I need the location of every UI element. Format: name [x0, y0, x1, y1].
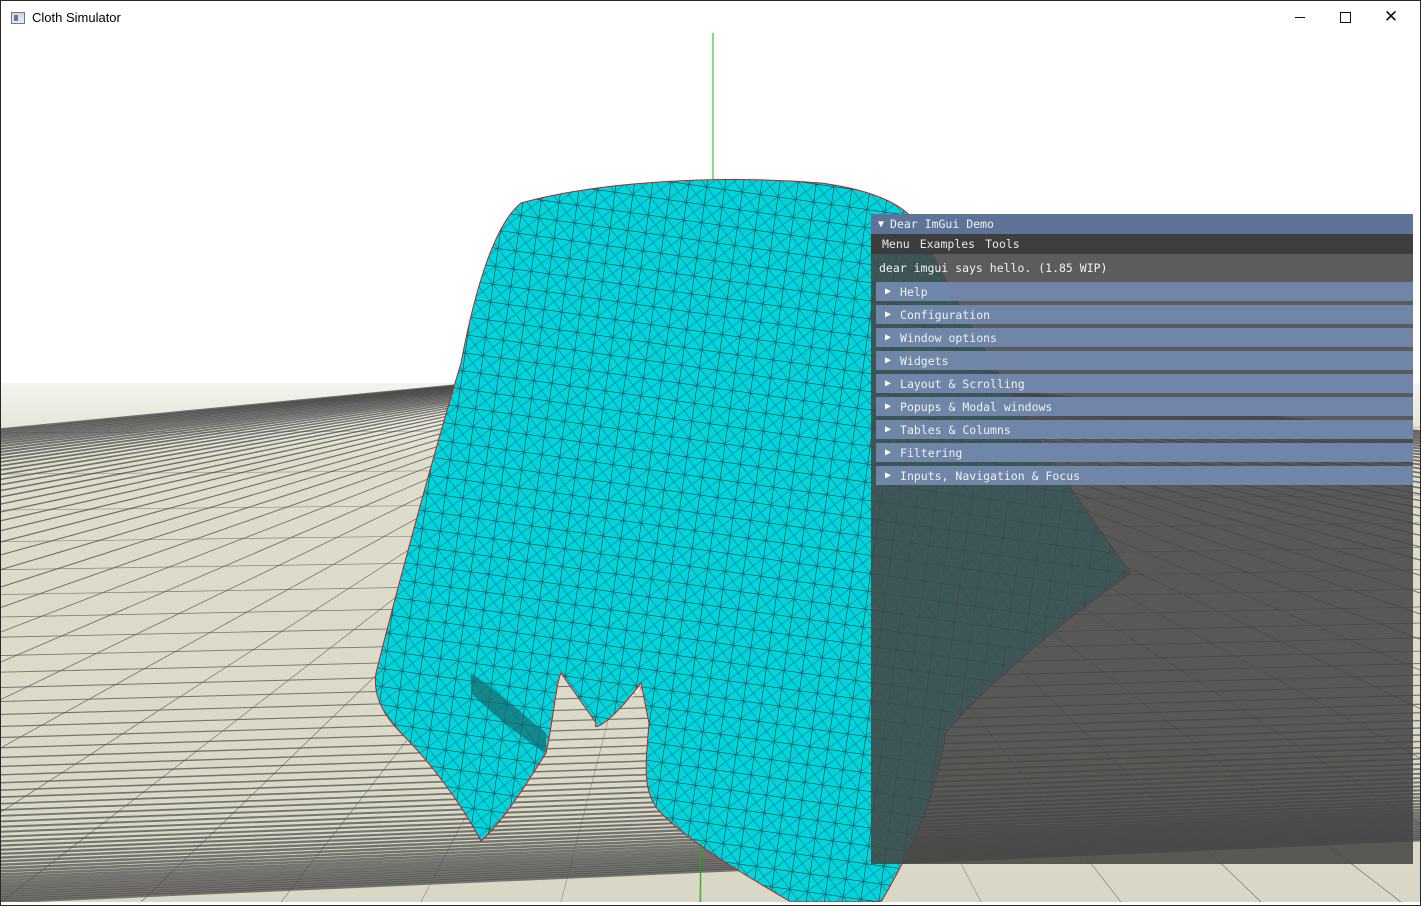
imgui-menu-bar: Menu Examples Tools — [871, 234, 1413, 254]
imgui-demo-window[interactable]: ▼ Dear ImGui Demo Menu Examples Tools de… — [871, 214, 1413, 864]
title-bar[interactable]: Cloth Simulator ✕ — [1, 1, 1420, 33]
expand-arrow-icon: ▶ — [885, 424, 892, 435]
imgui-body: Menu Examples Tools dear imgui says hell… — [871, 234, 1413, 864]
maximize-button[interactable] — [1322, 2, 1368, 33]
maximize-icon — [1339, 12, 1351, 23]
header-label: Filtering — [900, 445, 963, 460]
header-label: Layout & Scrolling — [900, 376, 1025, 391]
header-label: Inputs, Navigation & Focus — [900, 468, 1081, 483]
hello-text: dear imgui says hello. (1.85 WIP) — [879, 261, 1108, 275]
header-label: Window options — [900, 330, 997, 345]
close-button[interactable]: ✕ — [1368, 2, 1414, 33]
expand-arrow-icon: ▶ — [885, 332, 892, 343]
header-help[interactable]: ▶ Help — [876, 282, 1413, 301]
header-window-options[interactable]: ▶ Window options — [876, 328, 1413, 347]
app-window: Cloth Simulator ✕ ▼ Dear ImGui Demo Menu… — [0, 0, 1421, 906]
collapse-arrow-icon[interactable]: ▼ — [878, 219, 884, 230]
header-label: Help — [900, 284, 928, 299]
header-configuration[interactable]: ▶ Configuration — [876, 305, 1413, 324]
header-label: Tables & Columns — [900, 422, 1011, 437]
imgui-title: Dear ImGui Demo — [890, 217, 994, 231]
header-widgets[interactable]: ▶ Widgets — [876, 351, 1413, 370]
header-label: Widgets — [900, 353, 949, 368]
menu-item-menu[interactable]: Menu — [882, 237, 910, 251]
expand-arrow-icon: ▶ — [885, 447, 892, 458]
expand-arrow-icon: ▶ — [885, 355, 892, 366]
expand-arrow-icon: ▶ — [885, 378, 892, 389]
menu-item-examples[interactable]: Examples — [920, 237, 975, 251]
imgui-title-bar[interactable]: ▼ Dear ImGui Demo — [871, 214, 1413, 234]
header-filtering[interactable]: ▶ Filtering — [876, 443, 1413, 462]
header-layout-scrolling[interactable]: ▶ Layout & Scrolling — [876, 374, 1413, 393]
header-tables-columns[interactable]: ▶ Tables & Columns — [876, 420, 1413, 439]
minimize-icon — [1295, 17, 1305, 18]
app-icon — [11, 12, 25, 24]
expand-arrow-icon: ▶ — [885, 286, 892, 297]
window-title: Cloth Simulator — [32, 10, 121, 25]
expand-arrow-icon: ▶ — [885, 309, 892, 320]
minimize-button[interactable] — [1277, 2, 1323, 33]
menu-item-tools[interactable]: Tools — [985, 237, 1020, 251]
header-label: Popups & Modal windows — [900, 399, 1053, 414]
expand-arrow-icon: ▶ — [885, 470, 892, 481]
header-popups-modal[interactable]: ▶ Popups & Modal windows — [876, 397, 1413, 416]
header-label: Configuration — [900, 307, 991, 322]
header-inputs-navigation[interactable]: ▶ Inputs, Navigation & Focus — [876, 466, 1413, 485]
close-icon: ✕ — [1383, 7, 1399, 27]
expand-arrow-icon: ▶ — [885, 401, 892, 412]
